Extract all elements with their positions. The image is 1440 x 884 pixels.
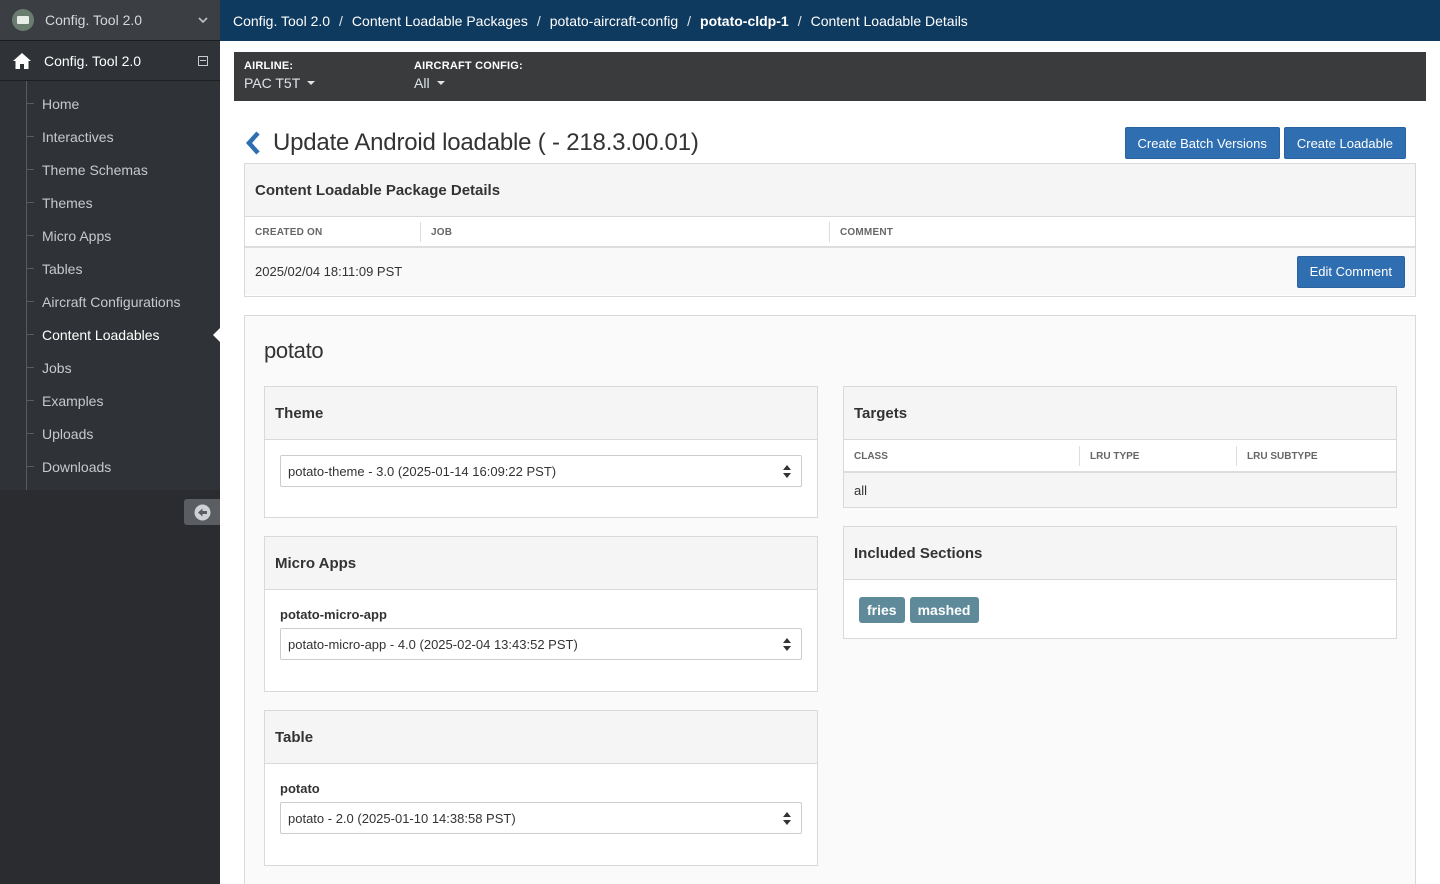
sidebar-title: Config. Tool 2.0 [44,52,142,69]
aircraft-config-value: All [414,75,430,91]
header-actions: Create Batch Versions Create Loadable [1124,127,1417,159]
collapse-icon[interactable] [198,55,208,66]
package-details-title: Content Loadable Package Details [245,164,1415,217]
select-arrows-icon [783,812,791,825]
table-panel: Table potato potato - 2.0 (2025-01-10 14… [264,710,818,866]
sidebar-item-examples[interactable]: Examples [0,384,220,417]
breadcrumb-item-aircraft-config[interactable]: potato-aircraft-config [550,13,678,29]
aircraft-config-dropdown[interactable]: All [414,75,584,91]
sidebar-item-jobs[interactable]: Jobs [0,351,220,384]
included-sections-panel: Included Sections fries mashed [843,526,1397,639]
theme-select-value: potato-theme - 3.0 (2025-01-14 16:09:22 … [288,463,557,479]
table-row: 2025/02/04 18:11:09 PST Edit Comment [245,248,1415,295]
back-chevron-icon[interactable] [244,131,264,155]
breadcrumb-separator: / [797,12,802,29]
section-tags: fries mashed [844,580,1396,640]
section-tag-mashed: mashed [909,597,979,623]
details-table-header: CREATED ON JOB COMMENT [245,217,1415,248]
sidebar-item-tables[interactable]: Tables [0,252,220,285]
micro-app-select[interactable]: potato-micro-app - 4.0 (2025-02-04 13:43… [280,628,802,660]
select-arrows-icon [783,465,791,478]
micro-app-field-label: potato-micro-app [280,607,387,622]
targets-table-header: CLASS LRU TYPE LRU SUBTYPE [844,440,1396,473]
home-icon [13,52,31,69]
table-select[interactable]: potato - 2.0 (2025-01-10 14:38:58 PST) [280,802,802,834]
breadcrumb: Config. Tool 2.0 / Content Loadable Pack… [220,0,1440,41]
table-select-value: potato - 2.0 (2025-01-10 14:38:58 PST) [288,810,516,826]
sidebar-item-home[interactable]: Home [0,87,220,120]
breadcrumb-separator: / [536,12,541,29]
content-title: potato [264,338,324,363]
app-switcher-title: Config. Tool 2.0 [45,12,143,28]
column-created-on: CREATED ON [245,222,421,242]
column-job: JOB [421,222,830,242]
airline-dropdown[interactable]: PAC T5T [244,75,414,91]
app-switcher[interactable]: Config. Tool 2.0 [0,0,220,41]
breadcrumb-item-current: Content Loadable Details [810,12,968,29]
targets-panel-title: Targets [844,387,1396,440]
breadcrumb-item-content-loadable-packages[interactable]: Content Loadable Packages [352,13,528,29]
caret-down-icon [436,81,445,85]
sidebar-item-themes[interactable]: Themes [0,186,220,219]
loadable-content-panel: potato Theme potato-theme - 3.0 (2025-01… [244,315,1416,884]
sidebar-item-aircraft-configurations[interactable]: Aircraft Configurations [0,285,220,318]
sidebar-item-content-loadables[interactable]: Content Loadables [0,318,220,351]
airline-value: PAC T5T [244,75,301,91]
sidebar-item-interactives[interactable]: Interactives [0,120,220,153]
sidebar-item-downloads[interactable]: Downloads [0,450,220,483]
airline-filter: AIRLINE: PAC T5T [244,60,414,93]
chevron-down-icon [198,16,208,23]
sidebar-nav: Home Interactives Theme Schemas Themes M… [0,81,220,490]
sidebar-item-micro-apps[interactable]: Micro Apps [0,219,220,252]
theme-panel: Theme potato-theme - 3.0 (2025-01-14 16:… [264,386,818,518]
sidebar: Config. Tool 2.0 Config. Tool 2.0 Home I… [0,0,220,884]
column-lru-subtype: LRU SUBTYPE [1247,450,1318,462]
created-on-value: 2025/02/04 18:11:09 PST [255,264,403,279]
table-panel-title: Table [265,711,817,764]
column-lru-type: LRU TYPE [1080,446,1237,466]
filter-bar: AIRLINE: PAC T5T AIRCRAFT CONFIG: All [234,52,1426,101]
target-class-value: all [854,482,868,498]
aircraft-config-filter: AIRCRAFT CONFIG: All [414,60,584,93]
page-header: Update Android loadable ( - 218.3.00.01)… [244,125,1416,161]
app-logo-icon [12,9,34,31]
breadcrumb-separator: / [339,12,343,29]
column-comment: COMMENT [840,226,894,238]
aircraft-config-label: AIRCRAFT CONFIG: [414,60,523,72]
caret-down-icon [307,81,316,85]
sidebar-item-theme-schemas[interactable]: Theme Schemas [0,153,220,186]
page-title: Update Android loadable ( - 218.3.00.01) [273,129,699,156]
theme-select[interactable]: potato-theme - 3.0 (2025-01-14 16:09:22 … [280,455,802,487]
table-row: all [844,473,1396,507]
included-sections-title: Included Sections [844,527,1396,580]
breadcrumb-item-cldp[interactable]: potato-cldp-1 [700,13,789,29]
create-loadable-button[interactable]: Create Loadable [1283,127,1406,159]
airline-label: AIRLINE: [244,60,294,72]
sidebar-header[interactable]: Config. Tool 2.0 [0,41,220,81]
column-class: CLASS [844,446,1080,466]
breadcrumb-separator: / [687,12,692,29]
micro-app-select-value: potato-micro-app - 4.0 (2025-02-04 13:43… [288,636,578,652]
table-field-label: potato [280,781,320,796]
targets-panel: Targets CLASS LRU TYPE LRU SUBTYPE all [843,386,1397,508]
sidebar-toggle-button[interactable] [184,499,220,525]
sidebar-item-uploads[interactable]: Uploads [0,417,220,450]
micro-apps-panel: Micro Apps potato-micro-app potato-micro… [264,536,818,692]
create-batch-versions-button[interactable]: Create Batch Versions [1124,127,1280,159]
edit-comment-button[interactable]: Edit Comment [1296,255,1405,288]
theme-panel-title: Theme [265,387,817,440]
package-details-panel: Content Loadable Package Details CREATED… [244,163,1416,297]
arrow-left-circle-icon [194,504,210,520]
select-arrows-icon [783,638,791,651]
breadcrumb-item-config-tool[interactable]: Config. Tool 2.0 [233,13,330,29]
micro-apps-panel-title: Micro Apps [265,537,817,590]
section-tag-fries: fries [859,597,905,623]
